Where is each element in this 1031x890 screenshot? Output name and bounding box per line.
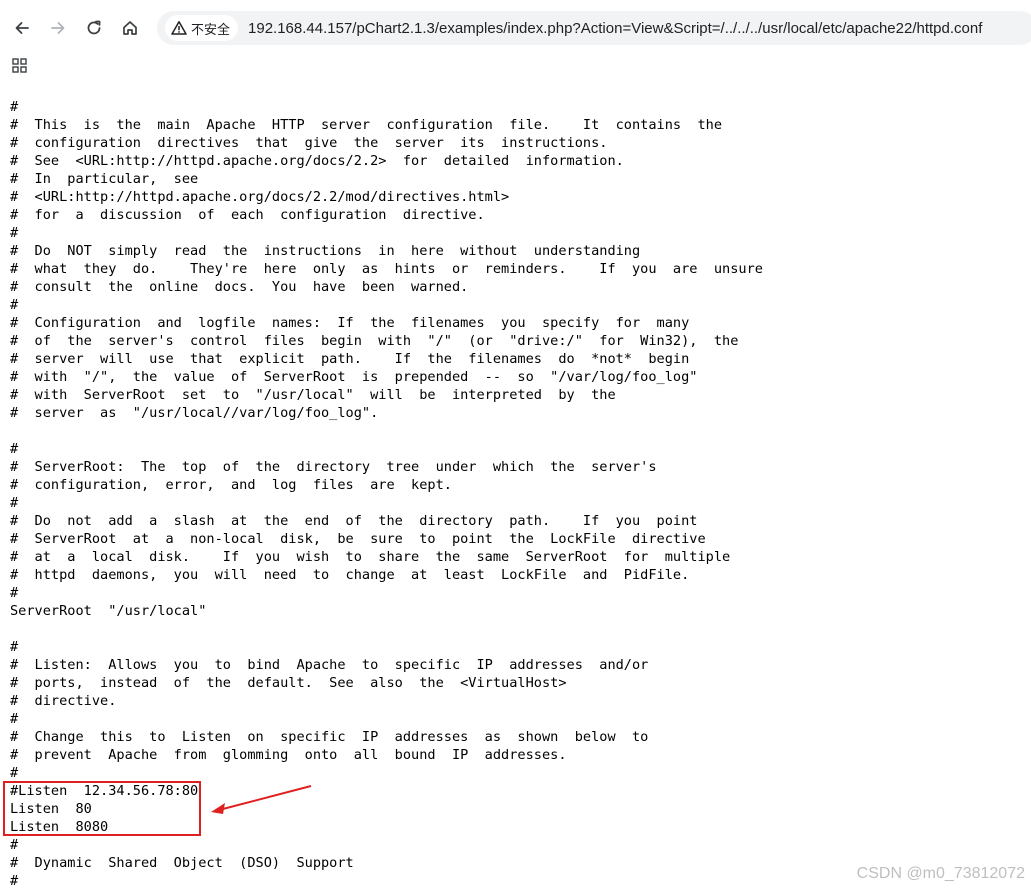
- config-line: # In particular, see: [10, 171, 199, 187]
- config-line: # See <URL:http://httpd.apache.org/docs/…: [10, 153, 624, 169]
- config-line: # directive.: [10, 693, 117, 709]
- config-line: # Configuration and logfile names: If th…: [10, 315, 690, 331]
- config-line: [10, 422, 763, 440]
- config-line: #: [10, 99, 19, 115]
- config-line: # <URL:http://httpd.apache.org/docs/2.2/…: [10, 189, 510, 205]
- config-line: # httpd daemons, you will need to change…: [10, 567, 690, 583]
- config-line: # of the server's control files begin wi…: [10, 333, 739, 349]
- config-line: # configuration, error, and log files ar…: [10, 477, 452, 493]
- security-label: 不安全: [191, 22, 231, 38]
- config-line: # configuration directives that give the…: [10, 135, 608, 151]
- back-button[interactable]: [7, 13, 37, 43]
- config-line: #: [10, 441, 19, 457]
- config-line: #: [10, 873, 19, 889]
- config-line: # This is the main Apache HTTP server co…: [10, 117, 723, 133]
- forward-button[interactable]: [43, 13, 73, 43]
- config-line: # Do NOT simply read the instructions in…: [10, 243, 641, 259]
- home-button[interactable]: [115, 13, 145, 43]
- arrow-icon: [211, 785, 312, 814]
- security-indicator[interactable]: 不安全: [165, 15, 239, 41]
- config-line: # consult the online docs. You have been…: [10, 279, 469, 295]
- config-line: # with ServerRoot set to "/usr/local" wi…: [10, 387, 616, 403]
- config-line: #: [10, 585, 19, 601]
- config-line: # server as "/usr/local//var/log/foo_log…: [10, 405, 379, 421]
- apps-button[interactable]: [11, 57, 29, 75]
- browser-toolbar: 不安全 192.168.44.157/pChart2.1.3/examples/…: [0, 0, 1031, 58]
- forward-icon: [51, 22, 65, 34]
- warning-icon: [171, 21, 187, 35]
- config-line: # ServerRoot at a non-local disk, be sur…: [10, 531, 706, 547]
- config-line: # with "/", the value of ServerRoot is p…: [10, 369, 698, 385]
- config-line: #: [10, 297, 19, 313]
- config-line: # for a discussion of each configuration…: [10, 207, 485, 223]
- reload-button[interactable]: [79, 13, 109, 43]
- config-line: #: [10, 495, 19, 511]
- config-line: # Dynamic Shared Object (DSO) Support: [10, 855, 354, 871]
- config-line: # Listen: Allows you to bind Apache to s…: [10, 657, 649, 673]
- reload-icon: [87, 20, 101, 35]
- config-line: # prevent Apache from glomming onto all …: [10, 747, 567, 763]
- config-line: #: [10, 711, 19, 727]
- apps-icon: [12, 58, 27, 73]
- config-line: #: [10, 639, 19, 655]
- config-line: # ports, instead of the default. See als…: [10, 675, 567, 691]
- config-line: #: [10, 765, 19, 781]
- url-text[interactable]: 192.168.44.157/pChart2.1.3/examples/inde…: [248, 20, 982, 37]
- address-bar[interactable]: 不安全 192.168.44.157/pChart2.1.3/examples/…: [157, 11, 1031, 45]
- config-line: # server will use that explicit path. If…: [10, 351, 690, 367]
- watermark: CSDN @m0_73812072: [856, 865, 1025, 882]
- config-line: # what they do. They're here only as hin…: [10, 261, 763, 277]
- config-line: #: [10, 225, 19, 241]
- config-line: #: [10, 837, 19, 853]
- highlight-box: [3, 781, 201, 836]
- config-line: # Do not add a slash at the end of the d…: [10, 513, 698, 529]
- home-icon: [123, 21, 137, 35]
- back-icon: [15, 22, 29, 34]
- config-line: # Change this to Listen on specific IP a…: [10, 729, 649, 745]
- config-file-text: # # This is the main Apache HTTP server c…: [10, 98, 763, 890]
- config-line: [10, 620, 763, 638]
- config-line: # ServerRoot: The top of the directory t…: [10, 459, 657, 475]
- config-line: ServerRoot "/usr/local": [10, 603, 207, 619]
- config-line: # at a local disk. If you wish to share …: [10, 549, 731, 565]
